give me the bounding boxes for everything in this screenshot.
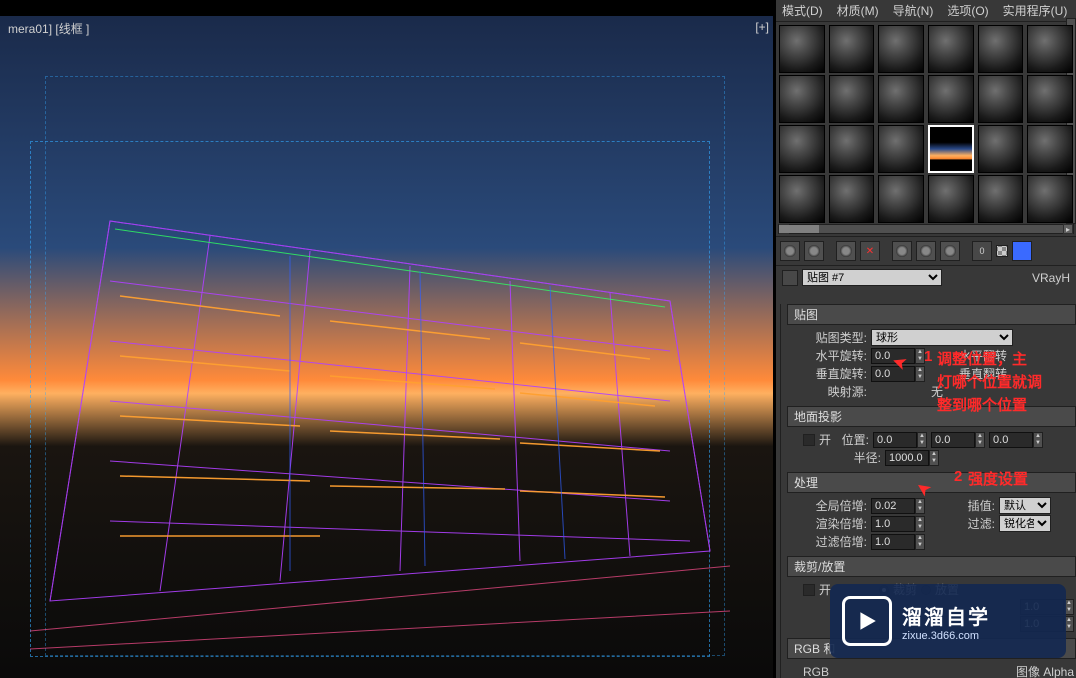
put-library-icon[interactable] xyxy=(940,241,960,261)
map-type-select[interactable]: 球形 xyxy=(871,329,1013,346)
rad-spinner[interactable]: ▲▼ xyxy=(885,450,939,466)
crop-on-check[interactable] xyxy=(803,584,815,596)
material-slot-selected[interactable] xyxy=(928,125,974,173)
global-label: 全局倍增: xyxy=(803,497,867,514)
hflip-label: 水平翻转 xyxy=(959,347,1007,364)
viewport-label: mera01] [线框 ] xyxy=(0,16,97,41)
material-slot[interactable] xyxy=(878,175,924,223)
interp-label: 插值: xyxy=(929,497,995,514)
material-slot[interactable] xyxy=(829,75,875,123)
render-spinner[interactable]: ▲▼ xyxy=(871,516,925,532)
material-type-label: VRayH xyxy=(1032,271,1070,285)
pos-x-spinner[interactable]: ▲▼ xyxy=(873,432,927,448)
pos-y-spinner[interactable]: ▲▼ xyxy=(931,432,985,448)
rad-label: 半径: xyxy=(803,449,881,466)
material-slot[interactable] xyxy=(878,25,924,73)
vflip-label: 垂直翻转 xyxy=(959,365,1007,382)
rollout-header[interactable]: 贴图 xyxy=(787,304,1076,325)
material-slot[interactable] xyxy=(978,25,1024,73)
alpha-label: 图像 Alpha xyxy=(1016,663,1074,678)
menu-mode[interactable]: 模式(D) xyxy=(782,2,823,19)
material-slot[interactable] xyxy=(978,75,1024,123)
menu-options[interactable]: 选项(O) xyxy=(947,2,988,19)
filter-select[interactable]: 锐化各向同 xyxy=(999,515,1051,532)
watermark-url: zixue.3d66.com xyxy=(902,630,990,642)
show-end-icon[interactable] xyxy=(1012,241,1032,261)
material-toolbar: ✕ 0 xyxy=(776,236,1076,266)
matid-icon[interactable]: 0 xyxy=(972,241,992,261)
filtmul-label: 过滤倍增: xyxy=(803,533,867,550)
material-slot[interactable] xyxy=(878,75,924,123)
material-slot[interactable] xyxy=(1027,125,1073,173)
make-unique-icon[interactable] xyxy=(916,241,936,261)
assign-icon[interactable] xyxy=(836,241,856,261)
global-spinner[interactable]: ▲▼ xyxy=(871,498,925,514)
rollout-header[interactable]: 裁剪/放置 xyxy=(787,556,1076,577)
watermark-title: 溜溜自学 xyxy=(902,601,990,630)
menubar: 模式(D) 材质(M) 导航(N) 选项(O) 实用程序(U) xyxy=(776,0,1076,22)
watermark: 溜溜自学 zixue.3d66.com xyxy=(830,584,1066,658)
rollout-map: 贴图 贴图类型: 球形 水平旋转: ▲▼ 水平翻转 垂直旋转: ▲▼ 垂直翻转 … xyxy=(787,304,1076,404)
rollout-header[interactable]: 地面投影 xyxy=(787,406,1076,427)
pos-label: 位置: xyxy=(835,431,869,448)
viewport-plus[interactable]: [+] xyxy=(755,20,769,34)
filtmul-spinner[interactable]: ▲▼ xyxy=(871,534,925,550)
render-label: 渲染倍增: xyxy=(803,515,867,532)
material-slot[interactable] xyxy=(928,175,974,223)
material-slot[interactable] xyxy=(1027,75,1073,123)
material-editor: 模式(D) 材质(M) 导航(N) 选项(O) 实用程序(U) ◂▸ ✕ 0 xyxy=(775,0,1076,678)
src-label: 映射源: xyxy=(803,383,867,400)
hrot-label: 水平旋转: xyxy=(803,347,867,364)
wireframe-building xyxy=(30,121,730,651)
material-slot[interactable] xyxy=(978,175,1024,223)
material-slot[interactable] xyxy=(928,25,974,73)
material-slot[interactable] xyxy=(928,75,974,123)
material-slot[interactable] xyxy=(829,175,875,223)
make-copy-icon[interactable] xyxy=(892,241,912,261)
material-slot[interactable] xyxy=(829,25,875,73)
eyedropper-icon[interactable] xyxy=(782,270,798,286)
get-material-icon[interactable] xyxy=(780,241,800,261)
material-slot[interactable] xyxy=(779,125,825,173)
map-type-label: 贴图类型: xyxy=(803,329,867,346)
viewport[interactable]: mera01] [线框 ] [+] xyxy=(0,16,773,678)
material-slot[interactable] xyxy=(779,75,825,123)
menu-utilities[interactable]: 实用程序(U) xyxy=(1003,2,1068,19)
material-slots: ◂▸ xyxy=(776,22,1076,236)
rgb-label: RGB xyxy=(803,665,829,678)
pos-z-spinner[interactable]: ▲▼ xyxy=(989,432,1043,448)
reset-icon[interactable]: ✕ xyxy=(860,241,880,261)
put-to-scene-icon[interactable] xyxy=(804,241,824,261)
material-slot[interactable] xyxy=(1027,175,1073,223)
material-slot[interactable] xyxy=(1027,25,1073,73)
rollout-ground: 地面投影 开 位置: ▲▼ ▲▼ ▲▼ 半径: ▲▼ xyxy=(787,406,1076,470)
vrot-label: 垂直旋转: xyxy=(803,365,867,382)
material-slot[interactable] xyxy=(878,125,924,173)
material-name-input[interactable]: 贴图 #7 xyxy=(802,269,942,286)
filter-label: 过滤: xyxy=(929,515,995,532)
menu-material[interactable]: 材质(M) xyxy=(837,2,879,19)
watermark-play-icon xyxy=(842,596,892,646)
material-name-bar: 贴图 #7 VRayH xyxy=(776,266,1076,289)
ground-on-check[interactable] xyxy=(803,434,815,446)
slots-scroll-h[interactable]: ◂▸ xyxy=(778,224,1074,234)
menu-navigate[interactable]: 导航(N) xyxy=(893,2,934,19)
material-slot[interactable] xyxy=(779,25,825,73)
material-slot[interactable] xyxy=(978,125,1024,173)
show-map-icon[interactable] xyxy=(996,245,1008,257)
ground-on-label: 开 xyxy=(819,431,831,448)
material-slot[interactable] xyxy=(829,125,875,173)
interp-select[interactable]: 默认 xyxy=(999,497,1051,514)
material-slot[interactable] xyxy=(779,175,825,223)
src-value: 无 xyxy=(931,383,943,400)
